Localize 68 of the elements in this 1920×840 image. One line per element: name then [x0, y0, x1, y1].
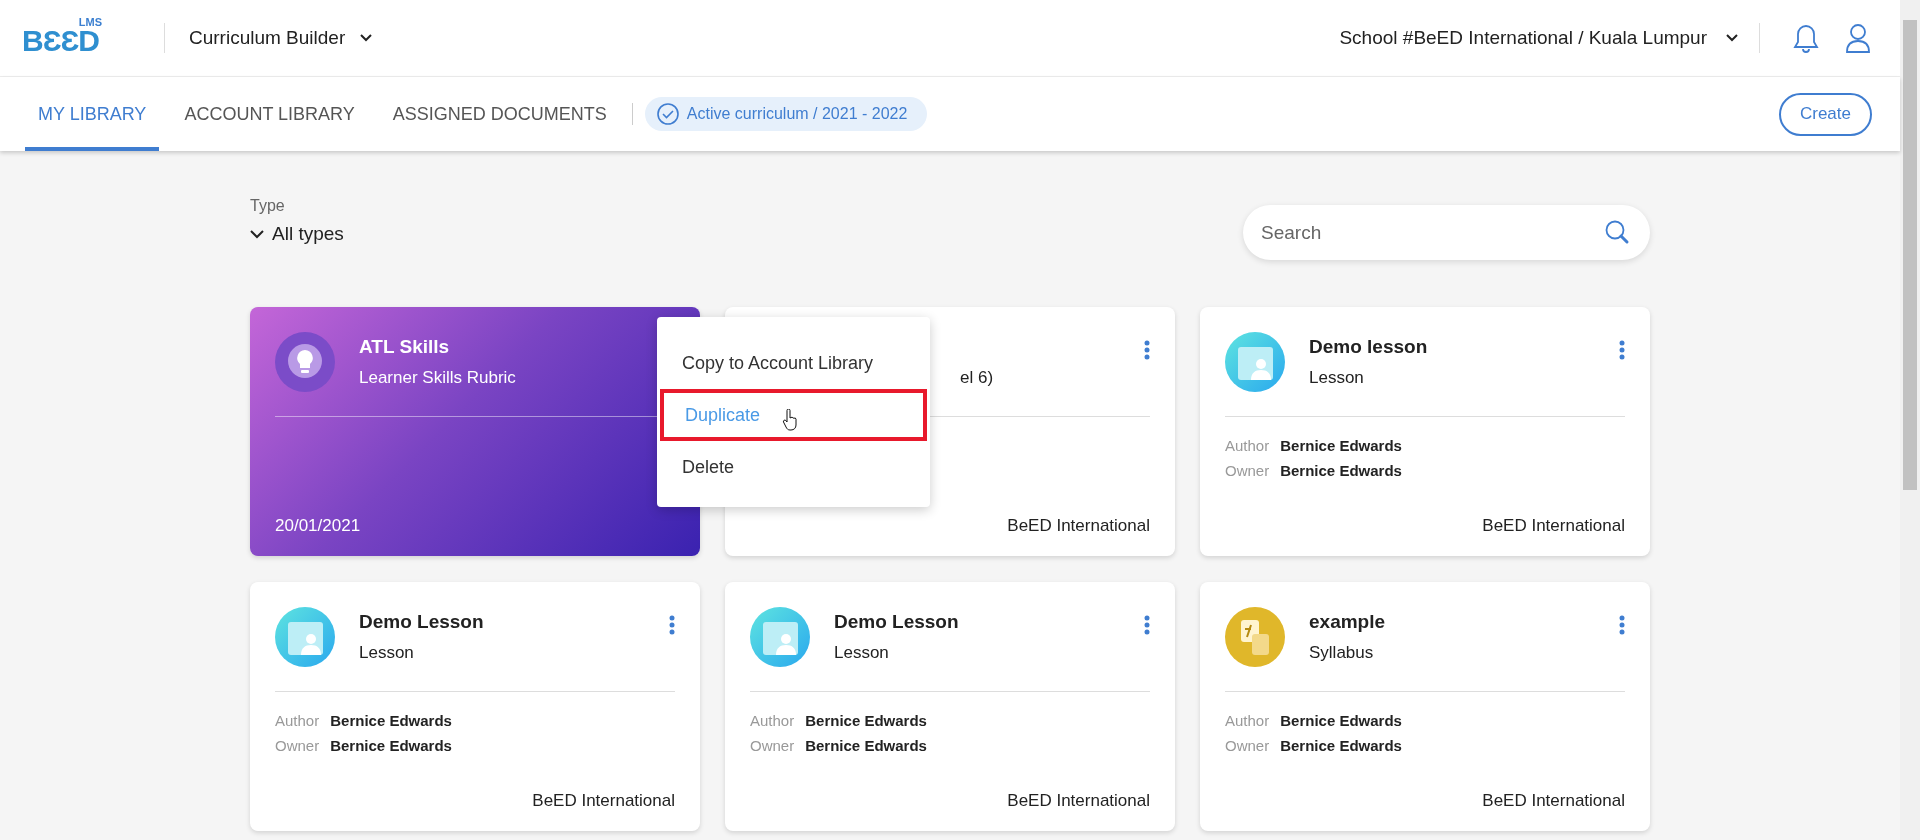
owner-name: Bernice Edwards	[330, 737, 452, 754]
active-curriculum-chip[interactable]: Active curriculum / 2021 - 2022	[644, 97, 928, 131]
card-subtitle: Learner Skills Rubric	[359, 368, 517, 388]
card-school: BeED International	[1007, 791, 1150, 811]
card-date: 20/01/2021	[275, 516, 361, 536]
card-title: ATL Skills	[359, 336, 451, 358]
card-school: BeED International	[1007, 516, 1150, 536]
bell-icon[interactable]	[1792, 22, 1820, 54]
type-filter[interactable]: All types	[250, 223, 344, 245]
logo[interactable]: BƐƐD LMS	[22, 20, 116, 56]
owner-label: Owner	[1225, 737, 1270, 754]
scrollbar[interactable]	[1900, 0, 1920, 840]
app-switcher[interactable]: Curriculum Builder	[189, 27, 346, 49]
card-subtitle: Lesson	[1309, 368, 1365, 388]
author-name: Bernice Edwards	[1280, 712, 1402, 729]
card-subtitle: Syllabus	[1309, 643, 1375, 663]
document-card[interactable]: Demo Lesson Lesson Author Bernice Edwards Owner Bernice Edwards BeED International	[725, 582, 1175, 831]
author-label: Author	[275, 712, 320, 729]
check-circle-icon	[656, 103, 679, 125]
tab[interactable]: MY LIBRARY	[25, 77, 160, 151]
owner-name: Bernice Edwards	[1280, 462, 1402, 479]
card-subtitle: Lesson	[359, 643, 415, 663]
author-name: Bernice Edwards	[1280, 437, 1402, 454]
hand-cursor-icon	[782, 409, 798, 431]
card-subtitle: el 6)	[960, 368, 995, 388]
more-options-icon[interactable]	[1144, 615, 1150, 635]
more-options-icon[interactable]	[1144, 340, 1150, 360]
author-label: Author	[1225, 437, 1270, 454]
author-name: Bernice Edwards	[805, 712, 927, 729]
owner-label: Owner	[750, 737, 795, 754]
author-name: Bernice Edwards	[330, 712, 452, 729]
document-card[interactable]: Demo lesson Lesson Author Bernice Edwards Owner Bernice Edwards BeED International	[1200, 307, 1650, 556]
card-school: BeED International	[1482, 516, 1625, 536]
document-card[interactable]: Demo Lesson Lesson Author Bernice Edwards Owner Bernice Edwards BeED International	[250, 582, 700, 831]
lesson-icon	[275, 607, 335, 667]
card-title: Demo Lesson	[834, 611, 960, 633]
lesson-icon	[750, 607, 810, 667]
more-options-icon[interactable]	[1619, 340, 1625, 360]
tab[interactable]: ACCOUNT LIBRARY	[171, 77, 368, 151]
chip-label: Active curriculum / 2021 - 2022	[686, 105, 908, 123]
create-button[interactable]: Create	[1778, 92, 1872, 136]
search-field[interactable]: Search	[1243, 205, 1650, 260]
owner-name: Bernice Edwards	[1280, 737, 1402, 754]
more-options-icon[interactable]	[1619, 615, 1625, 635]
more-options-icon[interactable]	[669, 615, 675, 635]
tab[interactable]: ASSIGNED DOCUMENTS	[379, 77, 620, 151]
school-selector[interactable]: School #BeED International / Kuala Lumpur	[1339, 27, 1707, 49]
owner-label: Owner	[275, 737, 320, 754]
chevron-down-icon	[250, 229, 264, 239]
card-school: BeED International	[1482, 791, 1625, 811]
card-subtitle: Lesson	[834, 643, 890, 663]
chevron-down-icon[interactable]	[1725, 33, 1739, 43]
author-label: Author	[1225, 712, 1270, 729]
author-label: Author	[750, 712, 795, 729]
document-card[interactable]: example Syllabus Author Bernice Edwards Owner Bernice Edwards BeED International	[1200, 582, 1650, 831]
card-title: Demo lesson	[1309, 336, 1429, 358]
search-icon[interactable]	[1604, 219, 1630, 245]
formula-icon	[1225, 607, 1285, 667]
card-title: Demo Lesson	[359, 611, 485, 633]
owner-name: Bernice Edwards	[805, 737, 927, 754]
card-title: example	[1309, 611, 1387, 633]
lightbulb-icon	[275, 332, 335, 392]
card-school: BeED International	[532, 791, 675, 811]
lesson-icon	[1225, 332, 1285, 392]
user-icon[interactable]	[1844, 22, 1872, 54]
owner-label: Owner	[1225, 462, 1270, 479]
chevron-down-icon[interactable]	[359, 33, 374, 43]
filter-label: Type	[250, 197, 286, 215]
